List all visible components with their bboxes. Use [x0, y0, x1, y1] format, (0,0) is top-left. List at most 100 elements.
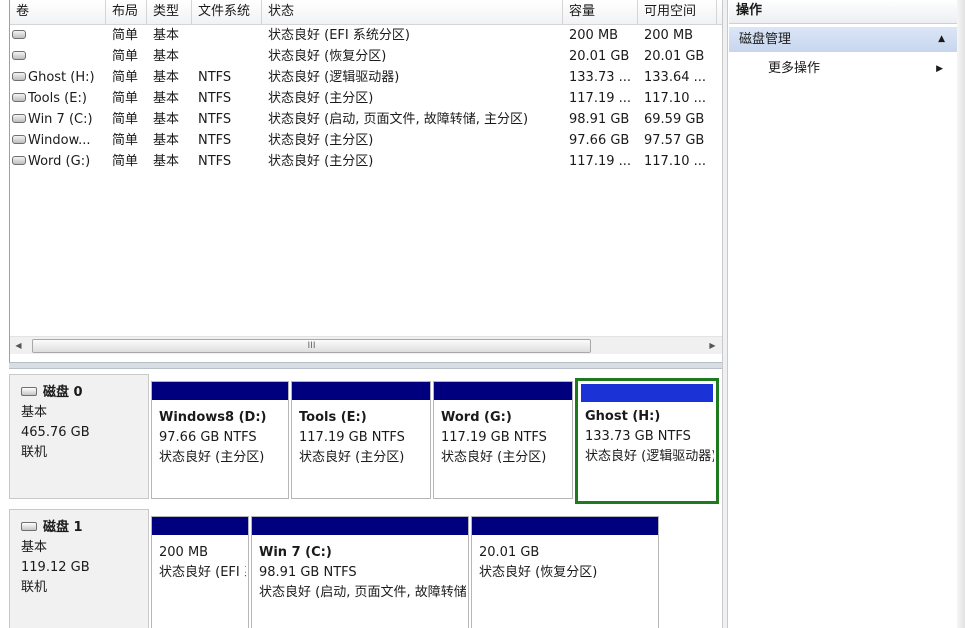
capacity-cell: 117.19 ... [569, 91, 632, 106]
partition-bar [152, 517, 248, 535]
layout-cell: 简单 [112, 133, 139, 148]
partition-name: Windows8 (D:) [159, 410, 267, 425]
column-header-status[interactable]: 状态 [262, 0, 563, 24]
partition-ghost-selected[interactable]: Ghost (H:) 133.73 GB NTFS 状态良好 (逻辑驱动器) [575, 378, 719, 504]
partition-status: 状态良好 (EFI 系统分区) [159, 565, 246, 580]
partition-name: Ghost (H:) [585, 409, 661, 424]
disk-0-label[interactable]: 磁盘 0 基本 465.76 GB 联机 [9, 374, 149, 499]
layout-cell: 简单 [112, 70, 139, 85]
partition-size: 97.66 GB NTFS [159, 430, 257, 445]
type-cell: 基本 [153, 70, 180, 85]
column-header-free-space[interactable]: 可用空间 [638, 0, 717, 24]
table-row[interactable]: Ghost (H:) 简单 基本 NTFS 状态良好 (逻辑驱动器) 133.7… [10, 67, 723, 88]
partition-status: 状态良好 (主分区) [441, 450, 547, 465]
partition-bar [252, 517, 468, 535]
disk-size: 119.12 GB [21, 560, 90, 575]
pane-splitter[interactable] [9, 362, 722, 369]
partition-tools[interactable]: Tools (E:) 117.19 GB NTFS 状态良好 (主分区) [291, 381, 431, 499]
volume-name-cell [10, 25, 106, 46]
actions-section-disk-management[interactable]: 磁盘管理 ▲ [729, 27, 957, 52]
more-actions-item[interactable]: 更多操作 ▶ [729, 58, 957, 80]
disk-icon [21, 387, 37, 396]
partition-word[interactable]: Word (G:) 117.19 GB NTFS 状态良好 (主分区) [433, 381, 573, 499]
layout-cell: 简单 [112, 154, 139, 169]
table-row[interactable]: 简单 基本 状态良好 (恢复分区) 20.01 GB 20.01 GB [10, 46, 723, 67]
filesystem-cell [192, 25, 262, 46]
column-header-volume[interactable]: 卷 [10, 0, 106, 24]
filesystem-cell [192, 46, 262, 67]
submenu-arrow-icon: ▶ [936, 64, 943, 74]
column-header-layout[interactable]: 布局 [106, 0, 147, 24]
filesystem-cell: NTFS [198, 112, 232, 127]
collapse-up-icon[interactable]: ▲ [938, 27, 945, 52]
status-cell: 状态良好 (主分区) [268, 133, 374, 148]
actions-title: 操作 [729, 0, 965, 24]
free-space-cell: 200 MB [644, 28, 694, 43]
partition-bar [581, 384, 713, 402]
actions-pane: 操作 磁盘管理 ▲ 更多操作 ▶ [729, 0, 965, 628]
capacity-cell: 20.01 GB [569, 49, 630, 64]
partition-size: 200 MB [159, 545, 209, 560]
disk-title: 磁盘 0 [43, 385, 83, 400]
table-row[interactable]: Win 7 (C:) 简单 基本 NTFS 状态良好 (启动, 页面文件, 故障… [10, 109, 723, 130]
free-space-cell: 97.57 GB [644, 133, 705, 148]
partition-recovery[interactable]: 20.01 GB 状态良好 (恢复分区) [471, 516, 659, 628]
column-header-type[interactable]: 类型 [147, 0, 192, 24]
partition-bar [434, 382, 572, 400]
scroll-right-arrow-icon[interactable]: ▶ [704, 337, 721, 354]
volume-icon [12, 51, 26, 60]
partition-win7[interactable]: Win 7 (C:) 98.91 GB NTFS 状态良好 (启动, 页面文件,… [251, 516, 469, 628]
partition-status: 状态良好 (主分区) [159, 450, 265, 465]
volume-name-cell: Tools (E:) [10, 88, 106, 109]
disk-type: 基本 [21, 540, 48, 555]
status-cell: 状态良好 (启动, 页面文件, 故障转储, 主分区) [268, 112, 529, 127]
partition-status: 状态良好 (主分区) [299, 450, 405, 465]
partition-bar [472, 517, 658, 535]
horizontal-scrollbar[interactable]: ◀ III ▶ [10, 336, 723, 354]
volume-name-cell: Word (G:) [10, 151, 106, 172]
volume-icon [12, 156, 26, 165]
partition-bar [292, 382, 430, 400]
partition-size: 20.01 GB [479, 545, 540, 560]
actions-pane-splitter[interactable] [722, 0, 728, 628]
table-row[interactable]: Word (G:) 简单 基本 NTFS 状态良好 (主分区) 117.19 .… [10, 151, 723, 172]
free-space-cell: 20.01 GB [644, 49, 705, 64]
disk-state: 联机 [21, 580, 48, 595]
disk-type: 基本 [21, 405, 48, 420]
volume-name-cell: Win 7 (C:) [10, 109, 106, 130]
table-row[interactable]: Tools (E:) 简单 基本 NTFS 状态良好 (主分区) 117.19 … [10, 88, 723, 109]
more-actions-label: 更多操作 [768, 61, 821, 76]
filesystem-cell: NTFS [198, 154, 232, 169]
partition-size: 98.91 GB NTFS [259, 565, 357, 580]
filesystem-cell: NTFS [198, 133, 232, 148]
volume-icon [12, 93, 26, 102]
free-space-cell: 117.10 ... [644, 154, 707, 169]
status-cell: 状态良好 (恢复分区) [268, 49, 387, 64]
disk-map: 磁盘 0 基本 465.76 GB 联机 Windows8 (D:) 97.66… [9, 369, 722, 628]
disk-size: 465.76 GB [21, 425, 90, 440]
scrollbar-thumb[interactable]: III [32, 339, 591, 353]
partition-windows8[interactable]: Windows8 (D:) 97.66 GB NTFS 状态良好 (主分区) [151, 381, 289, 499]
partition-efi[interactable]: 200 MB 状态良好 (EFI 系统分区) [151, 516, 249, 628]
disk-1-label[interactable]: 磁盘 1 基本 119.12 GB 联机 [9, 509, 149, 628]
type-cell: 基本 [153, 28, 180, 43]
column-header-capacity[interactable]: 容量 [563, 0, 638, 24]
partition-name: Tools (E:) [299, 410, 367, 425]
window-right-edge [957, 0, 965, 628]
volume-icon [12, 30, 26, 39]
table-row[interactable]: 简单 基本 状态良好 (EFI 系统分区) 200 MB 200 MB [10, 25, 723, 46]
partition-status: 状态良好 (逻辑驱动器) [585, 449, 714, 464]
free-space-cell: 69.59 GB [644, 112, 705, 127]
partition-name: Word (G:) [441, 410, 512, 425]
capacity-cell: 98.91 GB [569, 112, 630, 127]
column-header-filesystem[interactable]: 文件系统 [192, 0, 262, 24]
free-space-cell: 133.64 ... [644, 70, 707, 85]
scroll-left-arrow-icon[interactable]: ◀ [10, 337, 27, 354]
partition-size: 117.19 GB NTFS [441, 430, 547, 445]
type-cell: 基本 [153, 112, 180, 127]
volume-icon [12, 114, 26, 123]
volume-list[interactable]: 卷 布局 类型 文件系统 状态 容量 可用空间 简单 基本 状态良好 (EFI … [9, 0, 723, 362]
partition-size: 117.19 GB NTFS [299, 430, 405, 445]
status-cell: 状态良好 (EFI 系统分区) [268, 28, 410, 43]
table-row[interactable]: Window... 简单 基本 NTFS 状态良好 (主分区) 97.66 GB… [10, 130, 723, 151]
